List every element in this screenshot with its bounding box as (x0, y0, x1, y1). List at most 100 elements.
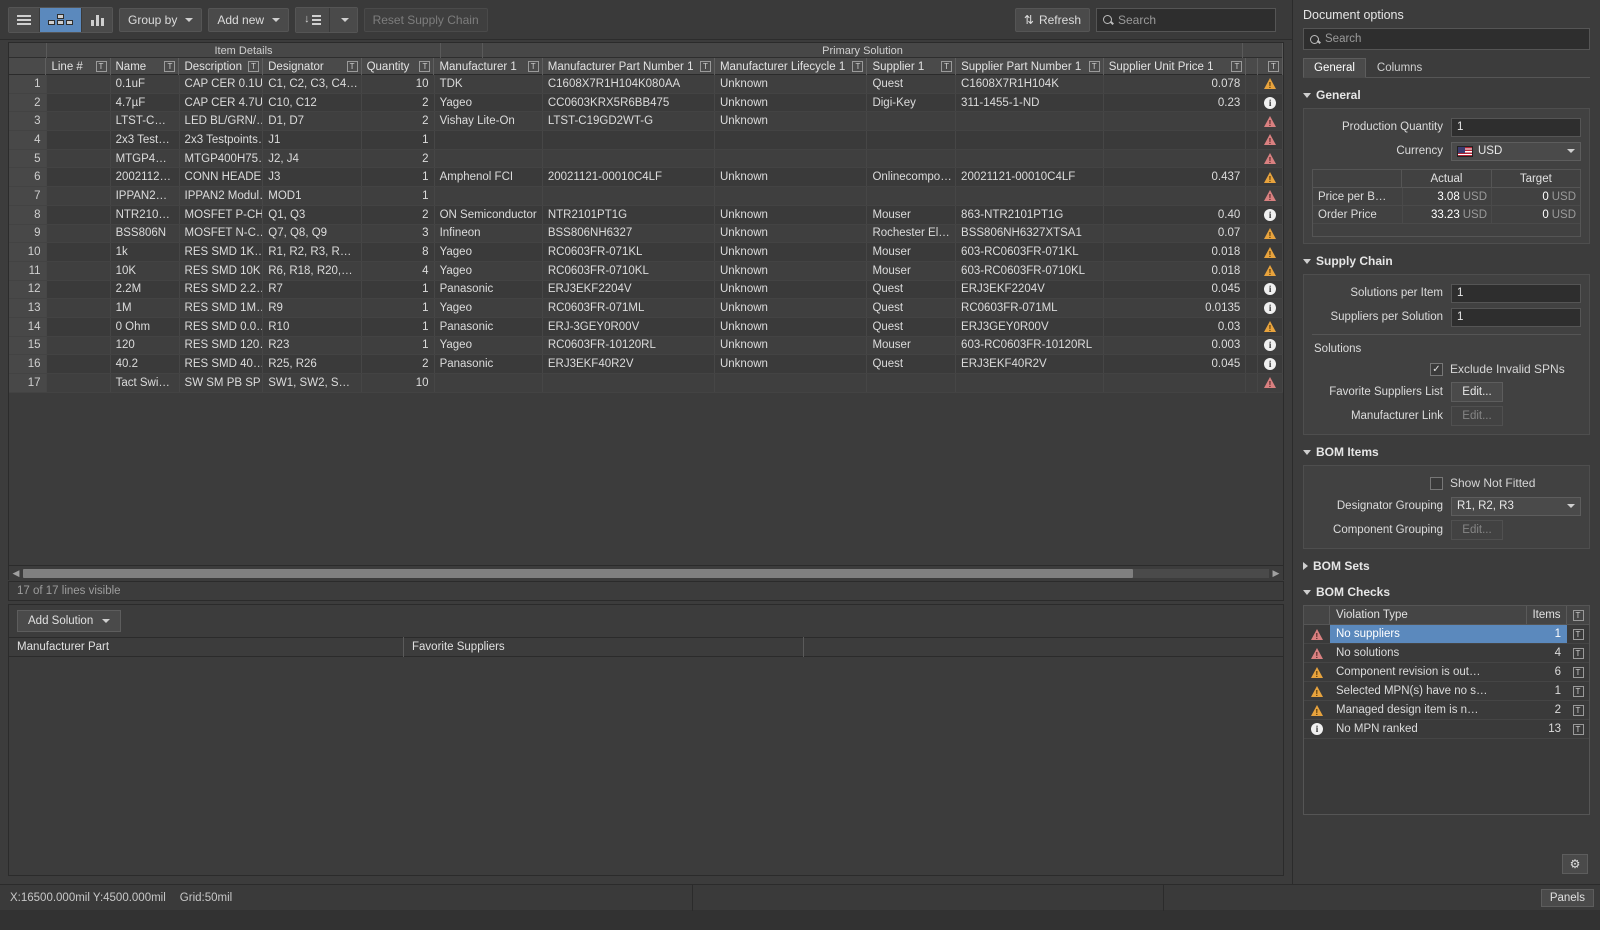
table-row[interactable]: 3 LTST-C… LED BL/GRN/… D1, D7 2 Vishay Lite-O… (9, 112, 1283, 132)
refresh-button[interactable]: ⇅ Refresh (1014, 7, 1090, 32)
filter-icon[interactable]: T (852, 61, 864, 72)
table-row[interactable]: 17 Tact Swi…SW SM PB SP…SW1, SW2, S…10 (9, 374, 1283, 393)
column-header-quantity[interactable]: Quantity T (362, 58, 435, 75)
filter-icon[interactable]: T (346, 61, 358, 72)
bom-check-filter[interactable]: T (1567, 701, 1589, 719)
panels-button[interactable]: Panels (1540, 889, 1594, 907)
column-header-blank-12[interactable] (1246, 58, 1259, 75)
list-view-button[interactable] (9, 7, 40, 32)
column-header-supplier-part-number-1[interactable]: Supplier Part Number 1 T (956, 58, 1104, 75)
bom-check-row[interactable]: Selected MPN(s) have no s… 1T (1304, 682, 1589, 701)
filter-icon[interactable]: T (1572, 685, 1584, 697)
bom-checks-filter-col[interactable]: T (1567, 606, 1589, 624)
column-header-manufacturer-1[interactable]: Manufacturer 1 T (434, 58, 543, 75)
bom-check-filter[interactable]: T (1567, 720, 1589, 738)
filter-icon[interactable]: T (248, 61, 260, 72)
table-row[interactable]: 24.7µFCAP CER 4.7U…C10, C122YageoCC0603K… (9, 93, 1283, 113)
filter-icon[interactable]: T (1268, 61, 1279, 72)
solution-column-header-favorite-suppliers[interactable]: Favorite Suppliers (404, 637, 804, 657)
grid-body[interactable]: 10.1uFCAP CER 0.1U…C1, C2, C3, C4…10TDKC… (9, 75, 1283, 542)
filter-icon[interactable]: T (95, 61, 107, 72)
currency-dropdown[interactable]: USD (1451, 141, 1581, 161)
column-header-designator[interactable]: Designator T (263, 58, 362, 75)
section-bom-items-header[interactable]: BOM Items (1293, 443, 1600, 461)
chart-view-button[interactable] (82, 7, 112, 32)
grid-horizontal-scrollbar[interactable]: ◀ ▶ (8, 566, 1284, 580)
section-general-header[interactable]: General (1293, 86, 1600, 104)
production-quantity-input[interactable]: 1 (1451, 117, 1581, 137)
favorite-suppliers-edit-button[interactable]: Edit... (1451, 382, 1503, 402)
bom-checks-items-col[interactable]: Items (1527, 606, 1567, 624)
solution-column-header-manufacturer-part[interactable]: Manufacturer Part (9, 637, 404, 657)
search-input[interactable]: Search (1096, 7, 1276, 32)
table-row[interactable]: 12 2.2M RES SMD 2.2… R7 1 Panasonic ERJ3EKF220… (9, 280, 1283, 300)
tree-view-button[interactable] (40, 7, 82, 32)
bom-check-row[interactable]: i No MPN ranked 13 T (1304, 720, 1589, 739)
bom-check-filter[interactable]: T (1567, 625, 1589, 643)
column-header-name[interactable]: Name T (111, 58, 180, 75)
table-row[interactable]: 10.1uFCAP CER 0.1U…C1, C2, C3, C4…10TDKC… (9, 75, 1283, 94)
designator-grouping-dropdown[interactable]: R1, R2, R3 (1451, 496, 1581, 516)
scroll-right-arrow-icon[interactable]: ▶ (1269, 568, 1283, 579)
scrollbar-track[interactable] (23, 568, 1269, 578)
table-row[interactable]: 7 IPPAN2… IPPAN2 Modul… MOD1 1 (9, 187, 1283, 206)
filter-icon[interactable]: T (527, 61, 539, 72)
column-header-manufacturer-lifecycle-1[interactable]: Manufacturer Lifecycle 1 T (715, 58, 868, 75)
grid-header-row[interactable]: Line # T Name T Description T Designator T Quant… (9, 58, 1283, 75)
bom-checks-rows[interactable]: No suppliers1TNo solutions4TComponent re… (1304, 625, 1589, 739)
table-row[interactable]: 8 NTR210…MOSFET P-CH…Q1, Q32ON Semiconduc… (9, 205, 1283, 225)
table-row[interactable]: 15 120 RES SMD 120… R23 1 Yageo RC0603FR-10120… (9, 336, 1283, 356)
column-header-line[interactable]: Line # T (46, 58, 111, 75)
table-row[interactable]: 4 2x3 Test… 2x3 Testpoints… J1 1 (9, 131, 1283, 150)
solution-body[interactable] (9, 657, 1283, 875)
table-row[interactable]: 13 1M RES SMD 1M… R9 1 Yageo RC0603FR-071ML Unk… (9, 299, 1283, 318)
section-bom-checks-header[interactable]: BOM Checks (1293, 583, 1600, 601)
section-bom-sets-header[interactable]: BOM Sets (1293, 557, 1600, 575)
table-row[interactable]: 16 40.2 RES SMD 40… R25, R26 2 Panasonic ERJ3E… (9, 355, 1283, 374)
section-supply-chain-header[interactable]: Supply Chain (1293, 252, 1600, 270)
scroll-left-arrow-icon[interactable]: ◀ (9, 568, 23, 579)
column-header-supplier-unit-price-1[interactable]: Supplier Unit Price 1 T (1104, 58, 1247, 75)
bom-check-row[interactable]: No solutions 4T (1304, 644, 1589, 663)
filter-icon[interactable]: T (1572, 647, 1584, 659)
column-header-blank-0[interactable] (9, 58, 47, 75)
column-header-supplier-1[interactable]: Supplier 1 T (867, 58, 957, 75)
document-options-search-input[interactable]: Search (1303, 28, 1590, 50)
filter-icon[interactable]: T (941, 61, 953, 72)
bom-checks-settings-button[interactable]: ⚙ (1562, 854, 1588, 874)
bom-checks-table[interactable]: Violation Type Items T No suppliers1TNo … (1303, 605, 1590, 815)
filter-icon[interactable]: T (1088, 61, 1100, 72)
filter-icon[interactable]: T (1572, 609, 1584, 621)
table-row[interactable]: 10 1k RES SMD 1K… R1, R2, R3, R… 8 Yageo RC060… (9, 243, 1283, 262)
filter-icon[interactable]: T (1572, 723, 1584, 735)
manufacturer-link-edit-button[interactable]: Edit... (1451, 406, 1503, 426)
sort-button[interactable]: ↓ (296, 7, 330, 32)
tab-general[interactable]: General (1303, 58, 1366, 78)
bom-check-row[interactable]: Managed design item is n… 2T (1304, 701, 1589, 720)
table-row[interactable]: 62002112…CONN HEADE…J31Amphenol FCI20021… (9, 168, 1283, 188)
filter-icon[interactable]: T (699, 61, 711, 72)
filter-icon[interactable]: T (1231, 61, 1243, 72)
exclude-invalid-spns-checkbox[interactable]: ✓ (1430, 362, 1443, 376)
sort-dropdown-button[interactable] (329, 7, 357, 32)
bom-check-filter[interactable]: T (1567, 663, 1589, 681)
filter-icon[interactable]: T (1572, 704, 1584, 716)
column-header-blank-13[interactable]: T (1258, 58, 1283, 75)
add-solution-button[interactable]: Add Solution (17, 610, 122, 632)
filter-icon[interactable]: T (419, 61, 431, 72)
show-not-fitted-checkbox[interactable] (1430, 476, 1443, 490)
filter-icon[interactable]: T (1572, 628, 1584, 640)
bom-check-row[interactable]: Component revision is out… 6T (1304, 663, 1589, 682)
table-row[interactable]: 14 0 Ohm RES SMD 0.0… R10 1 Panasonic ERJ-3GEY… (9, 317, 1283, 337)
reset-supply-chain-button[interactable]: Reset Supply Chain (363, 7, 488, 32)
table-row[interactable]: 11 10KRES SMD 10K…R6, R18, R20,…4YageoRC0… (9, 261, 1283, 281)
component-grouping-edit-button[interactable]: Edit... (1451, 520, 1503, 540)
bom-items-grid[interactable]: Item Details Primary Solution Line # T Name… (8, 42, 1284, 566)
bom-check-filter[interactable]: T (1567, 644, 1589, 662)
add-new-button[interactable]: Add new (208, 7, 290, 32)
solutions-per-item-input[interactable]: 1 (1451, 283, 1581, 303)
tab-columns[interactable]: Columns (1366, 58, 1433, 78)
bom-checks-violation-type-col[interactable]: Violation Type (1330, 606, 1527, 624)
scrollbar-thumb[interactable] (23, 568, 1133, 578)
filter-icon[interactable]: T (164, 61, 176, 72)
